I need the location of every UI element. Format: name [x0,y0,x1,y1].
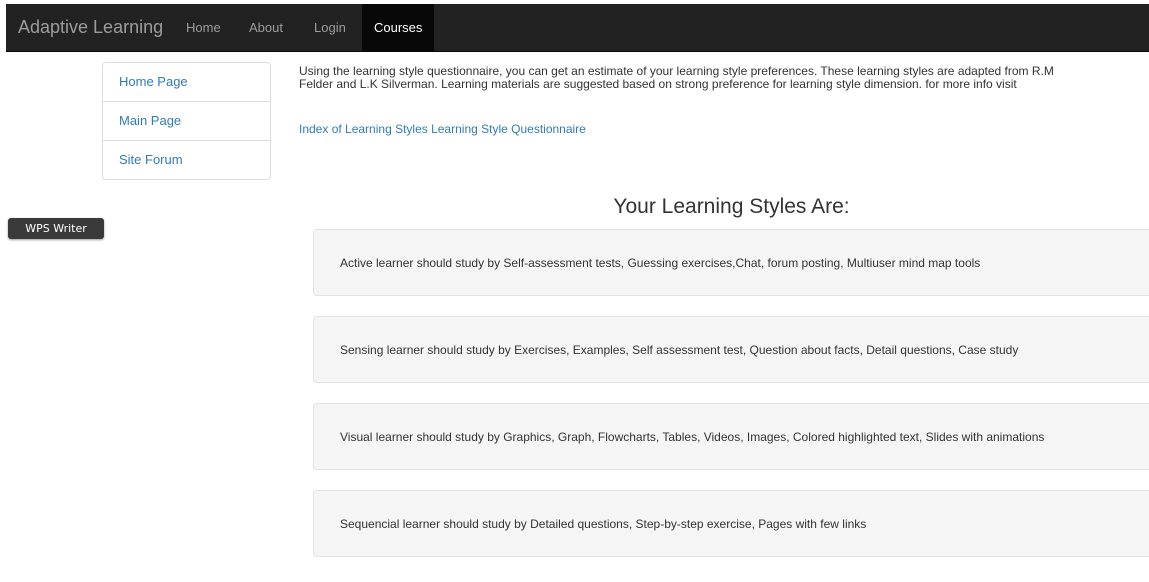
results-heading: Your Learning Styles Are: [613,195,850,218]
nav-courses[interactable]: Courses [362,4,435,51]
nav-home[interactable]: Home [178,4,229,51]
nav-about[interactable]: About [241,4,291,51]
learning-style-text: Sequencial learner should study by Detai… [340,517,867,531]
questionnaire-link[interactable]: Index of Learning Styles Learning Style … [299,122,586,136]
sidebar-item-main-page[interactable]: Main Page [103,102,270,141]
top-navbar: Adaptive Learning Home About Login Cours… [6,4,1149,52]
learning-style-card: Sensing learner should study by Exercise… [313,316,1149,383]
learning-style-text: Visual learner should study by Graphics,… [340,430,1045,444]
learning-style-card: Active learner should study by Self-asse… [313,229,1149,296]
wps-writer-tooltip[interactable]: WPS Writer [8,218,104,239]
sidebar-item-site-forum[interactable]: Site Forum [103,141,270,179]
brand-link[interactable]: Adaptive Learning [18,4,163,51]
intro-text: Using the learning style questionnaire, … [299,64,1054,91]
nav-login[interactable]: Login [306,4,354,51]
sidebar-item-home-page[interactable]: Home Page [103,63,270,102]
learning-style-card: Sequencial learner should study by Detai… [313,490,1149,557]
learning-style-card: Visual learner should study by Graphics,… [313,403,1149,470]
learning-style-text: Sensing learner should study by Exercise… [340,343,1019,357]
sidebar-menu: Home Page Main Page Site Forum [102,62,271,180]
learning-style-text: Active learner should study by Self-asse… [340,256,981,270]
